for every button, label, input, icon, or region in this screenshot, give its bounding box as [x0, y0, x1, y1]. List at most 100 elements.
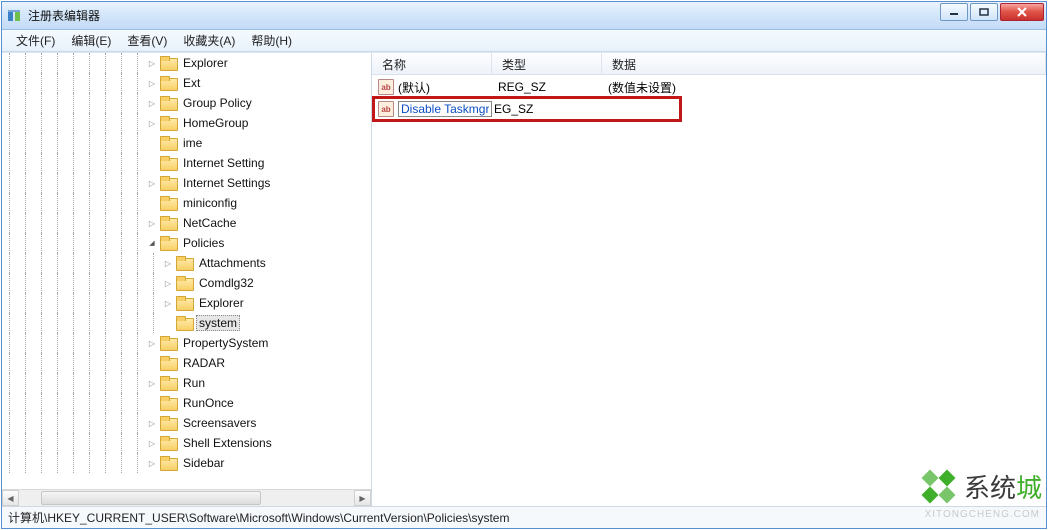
- statusbar: 计算机\HKEY_CURRENT_USER\Software\Microsoft…: [2, 506, 1046, 528]
- menu-view[interactable]: 查看(V): [119, 30, 175, 51]
- tree-node[interactable]: PropertySystem: [2, 333, 371, 353]
- tree-toggle-none: [146, 357, 158, 369]
- tree-node[interactable]: Policies: [2, 233, 371, 253]
- column-name[interactable]: 名称: [372, 53, 492, 74]
- tree-node-label: Run: [180, 375, 208, 391]
- menu-file[interactable]: 文件(F): [8, 30, 63, 51]
- window-frame: 注册表编辑器 文件(F) 编辑(E) 查看(V) 收藏夹(A) 帮助(H) Ex…: [1, 1, 1047, 529]
- tree-toggle-none: [146, 157, 158, 169]
- tree-toggle-icon[interactable]: [146, 117, 158, 129]
- tree-toggle-none: [146, 137, 158, 149]
- close-button[interactable]: [1000, 3, 1044, 21]
- tree-node[interactable]: Ext: [2, 73, 371, 93]
- folder-icon: [160, 336, 176, 350]
- menu-help[interactable]: 帮助(H): [243, 30, 300, 51]
- tree-toggle-icon[interactable]: [146, 77, 158, 89]
- tree-node-label: Attachments: [196, 255, 269, 271]
- tree-node-label: Shell Extensions: [180, 435, 275, 451]
- tree-horizontal-scrollbar[interactable]: ◀ ▶: [2, 489, 371, 506]
- values-body[interactable]: ab (默认) REG_SZ (数值未设置) ab EG_SZ: [372, 75, 1046, 506]
- tree-node[interactable]: system: [2, 313, 371, 333]
- column-type[interactable]: 类型: [492, 53, 602, 74]
- menubar: 文件(F) 编辑(E) 查看(V) 收藏夹(A) 帮助(H): [2, 30, 1046, 52]
- watermark-url: XITONGCHENG.COM: [925, 509, 1040, 520]
- status-path: 计算机\HKEY_CURRENT_USER\Software\Microsoft…: [8, 509, 509, 526]
- tree-node[interactable]: Run: [2, 373, 371, 393]
- tree-node[interactable]: Explorer: [2, 293, 371, 313]
- tree-node[interactable]: HomeGroup: [2, 113, 371, 133]
- tree-node-label: Ext: [180, 75, 203, 91]
- tree-node[interactable]: NetCache: [2, 213, 371, 233]
- column-data[interactable]: 数据: [602, 53, 1046, 74]
- tree-toggle-icon[interactable]: [162, 257, 174, 269]
- folder-icon: [160, 116, 176, 130]
- window-controls: [938, 3, 1044, 21]
- tree-toggle-none: [146, 197, 158, 209]
- tree-node[interactable]: ime: [2, 133, 371, 153]
- folder-icon: [160, 76, 176, 90]
- tree-node[interactable]: Internet Setting: [2, 153, 371, 173]
- tree-node-label: RunOnce: [180, 395, 237, 411]
- tree-toggle-none: [146, 397, 158, 409]
- minimize-button[interactable]: [940, 3, 968, 21]
- values-header[interactable]: 名称 类型 数据: [372, 53, 1046, 75]
- string-value-icon: ab: [378, 79, 394, 95]
- folder-icon: [176, 256, 192, 270]
- tree-node-label: Explorer: [180, 55, 231, 71]
- scroll-thumb[interactable]: [41, 491, 261, 505]
- tree-node[interactable]: Explorer: [2, 53, 371, 73]
- tree-node[interactable]: Screensavers: [2, 413, 371, 433]
- tree-node-label: Internet Setting: [180, 155, 267, 171]
- tree-toggle-icon[interactable]: [162, 297, 174, 309]
- tree-node-label: Explorer: [196, 295, 247, 311]
- scroll-right-button[interactable]: ▶: [354, 490, 371, 506]
- tree-node-label: ime: [180, 135, 205, 151]
- tree-node-label: miniconfig: [180, 195, 240, 211]
- tree-node[interactable]: Sidebar: [2, 453, 371, 473]
- tree-toggle-icon[interactable]: [162, 277, 174, 289]
- tree-node-label: Internet Settings: [180, 175, 273, 191]
- value-row-editing[interactable]: ab EG_SZ: [378, 99, 604, 119]
- tree-node[interactable]: Internet Settings: [2, 173, 371, 193]
- tree-node[interactable]: RunOnce: [2, 393, 371, 413]
- folder-icon: [160, 396, 176, 410]
- folder-icon: [160, 216, 176, 230]
- tree-toggle-icon[interactable]: [146, 337, 158, 349]
- tree-toggle-icon[interactable]: [146, 437, 158, 449]
- tree-toggle-icon[interactable]: [146, 457, 158, 469]
- tree-toggle-none: [162, 317, 174, 329]
- folder-icon: [160, 416, 176, 430]
- maximize-button[interactable]: [970, 3, 998, 21]
- tree-node-label: Group Policy: [180, 95, 255, 111]
- scroll-track[interactable]: [19, 490, 354, 506]
- folder-icon: [160, 136, 176, 150]
- tree-scroll-area[interactable]: Explorer Ext Group Policy HomeGroup ime Inter…: [2, 53, 371, 489]
- tree-node[interactable]: Group Policy: [2, 93, 371, 113]
- menu-favorites[interactable]: 收藏夹(A): [175, 30, 243, 51]
- content-area: Explorer Ext Group Policy HomeGroup ime Inter…: [2, 52, 1046, 506]
- tree-toggle-icon[interactable]: [146, 97, 158, 109]
- menu-edit[interactable]: 编辑(E): [63, 30, 119, 51]
- value-row-default[interactable]: ab (默认) REG_SZ (数值未设置): [372, 77, 1046, 97]
- folder-icon: [160, 356, 176, 370]
- tree-toggle-icon[interactable]: [146, 377, 158, 389]
- tree-toggle-icon[interactable]: [146, 177, 158, 189]
- folder-icon: [160, 156, 176, 170]
- tree-node[interactable]: Shell Extensions: [2, 433, 371, 453]
- tree-toggle-icon[interactable]: [146, 237, 158, 249]
- titlebar[interactable]: 注册表编辑器: [2, 2, 1046, 30]
- value-name: (默认): [398, 79, 498, 96]
- folder-icon: [176, 316, 192, 330]
- tree-toggle-icon[interactable]: [146, 57, 158, 69]
- scroll-left-button[interactable]: ◀: [2, 490, 19, 506]
- tree-pane: Explorer Ext Group Policy HomeGroup ime Inter…: [2, 53, 372, 506]
- tree-node[interactable]: Attachments: [2, 253, 371, 273]
- tree-node[interactable]: RADAR: [2, 353, 371, 373]
- string-value-icon: ab: [378, 101, 394, 117]
- tree-node[interactable]: Comdlg32: [2, 273, 371, 293]
- tree-node[interactable]: miniconfig: [2, 193, 371, 213]
- tree-node-label: RADAR: [180, 355, 228, 371]
- tree-toggle-icon[interactable]: [146, 217, 158, 229]
- tree-toggle-icon[interactable]: [146, 417, 158, 429]
- value-rename-input[interactable]: [398, 101, 492, 117]
